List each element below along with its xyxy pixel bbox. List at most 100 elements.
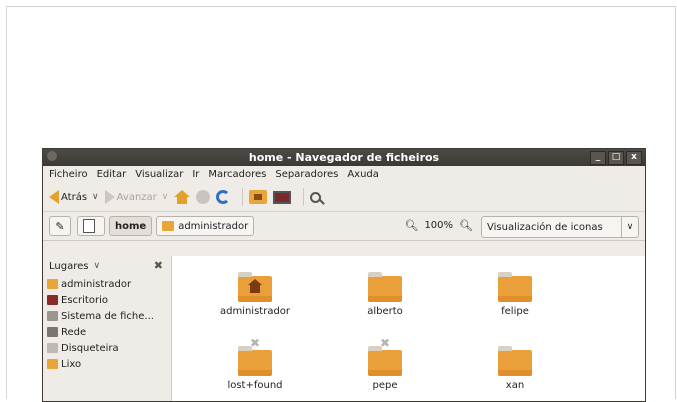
chevron-down-icon[interactable]: ∨ <box>621 217 638 237</box>
sidebar-item-label: Escritorio <box>61 294 108 306</box>
computer-button[interactable] <box>273 190 292 204</box>
toolbar-separator <box>303 188 305 206</box>
window-title: home - Navegador de ficheiros <box>248 151 440 164</box>
locked-folder-icon: ✖ <box>238 336 272 376</box>
computer-icon <box>273 190 292 204</box>
forward-arrow-icon <box>104 190 115 204</box>
minimize-button[interactable]: _ <box>590 151 606 165</box>
path-button-home[interactable]: home <box>109 216 153 236</box>
folder-icon <box>368 272 402 302</box>
sidebar: Lugares ∨ ✖ administrador Escritorio Sis… <box>43 256 172 401</box>
icon-view[interactable]: administrador alberto felipe ✖ lost+foun… <box>172 256 645 401</box>
title-bar[interactable]: home - Navegador de ficheiros _ □ x <box>43 149 645 166</box>
reload-button[interactable] <box>216 190 231 204</box>
up-arrow-icon <box>174 190 191 204</box>
toolbar-separator <box>242 188 244 206</box>
network-icon <box>47 327 58 337</box>
file-manager-window: home - Navegador de ficheiros _ □ x Fich… <box>42 148 646 402</box>
sidebar-item-label: Sistema de fiche... <box>61 310 154 322</box>
reload-icon <box>216 190 231 204</box>
back-arrow-icon <box>49 190 59 204</box>
menu-bar: Ficheiro Editar Visualizar Ir Marcadores… <box>43 166 645 183</box>
menu-visualizar[interactable]: Visualizar <box>135 169 183 180</box>
sidebar-header: Lugares ∨ ✖ <box>43 256 171 276</box>
pencil-icon: ✎ <box>55 219 65 233</box>
no-access-emblem-icon: ✖ <box>249 336 261 350</box>
home-folder-icon <box>249 190 268 204</box>
zoom-level[interactable]: 100% <box>424 220 453 231</box>
file-name: felipe <box>501 306 529 317</box>
path-toggle-button[interactable] <box>77 216 105 236</box>
search-icon <box>310 191 322 203</box>
forward-label: Avanzar <box>116 191 157 203</box>
menu-ficheiro[interactable]: Ficheiro <box>49 169 88 180</box>
forward-history-chevron-icon[interactable]: ∨ <box>162 192 169 202</box>
close-sidebar-icon[interactable]: ✖ <box>154 259 163 272</box>
sidebar-mode-chevron-icon[interactable]: ∨ <box>93 261 100 271</box>
home-button[interactable] <box>249 190 268 204</box>
home-folder-icon <box>238 272 272 302</box>
drive-icon <box>47 311 58 321</box>
window-menu-icon[interactable] <box>47 151 57 161</box>
edit-location-button[interactable]: ✎ <box>49 216 71 236</box>
file-name: alberto <box>367 306 403 317</box>
view-mode-select[interactable]: Visualización de iconas ∨ <box>481 216 639 238</box>
path-button-administrador[interactable]: administrador <box>156 216 255 236</box>
zoom-controls: 🔍︎ 100% 🔍︎ <box>398 219 479 232</box>
file-item-lost-found[interactable]: ✖ lost+found <box>205 336 305 391</box>
toolbar: Atrás ∨ Avanzar ∨ <box>43 183 645 212</box>
home-folder-icon <box>162 221 175 231</box>
locked-folder-icon: ✖ <box>368 336 402 376</box>
drive-icon <box>83 219 95 233</box>
sidebar-item-label: Disqueteira <box>61 342 119 354</box>
content-area: Lugares ∨ ✖ administrador Escritorio Sis… <box>43 256 645 401</box>
trash-icon <box>47 359 58 369</box>
view-mode-value: Visualización de iconas <box>487 221 603 233</box>
close-button[interactable]: x <box>626 151 642 165</box>
sidebar-item-administrador[interactable]: administrador <box>43 276 171 292</box>
file-name: lost+found <box>227 380 283 391</box>
stop-icon <box>196 190 211 204</box>
sidebar-item-disqueteira[interactable]: Disqueteira <box>43 340 171 356</box>
location-bar: ✎ home administrador 🔍︎ 100% 🔍︎ Visualiz… <box>43 212 645 241</box>
desktop-icon <box>47 295 58 305</box>
sidebar-item-label: administrador <box>61 278 132 290</box>
sidebar-item-label: Lixo <box>61 358 82 370</box>
file-name: xan <box>505 380 525 391</box>
folder-icon <box>498 272 532 302</box>
sidebar-header-label[interactable]: Lugares <box>49 261 88 272</box>
file-item-xan[interactable]: xan <box>465 346 565 391</box>
file-item-pepe[interactable]: ✖ pepe <box>335 336 435 391</box>
sidebar-item-lixo[interactable]: Lixo <box>43 356 171 372</box>
menu-axuda[interactable]: Axuda <box>347 169 379 180</box>
path-administrador-label: administrador <box>178 220 249 232</box>
home-folder-icon <box>47 279 58 289</box>
floppy-icon <box>47 343 58 353</box>
menu-ir[interactable]: Ir <box>192 169 199 180</box>
up-button[interactable] <box>174 190 191 204</box>
file-name: administrador <box>219 306 291 317</box>
forward-button[interactable]: Avanzar ∨ <box>104 190 169 204</box>
zoom-out-icon[interactable]: 🔍︎ <box>404 219 418 232</box>
stop-button[interactable] <box>196 190 211 204</box>
file-item-felipe[interactable]: felipe <box>465 272 565 317</box>
zoom-in-icon[interactable]: 🔍︎ <box>459 219 473 232</box>
file-item-administrador[interactable]: administrador <box>205 272 305 317</box>
menu-marcadores[interactable]: Marcadores <box>208 169 266 180</box>
no-access-emblem-icon: ✖ <box>379 336 391 350</box>
file-name: pepe <box>372 380 398 391</box>
back-history-chevron-icon[interactable]: ∨ <box>92 192 99 202</box>
menu-editar[interactable]: Editar <box>97 169 127 180</box>
sidebar-item-escritorio[interactable]: Escritorio <box>43 292 171 308</box>
maximize-button[interactable]: □ <box>608 151 624 165</box>
sidebar-item-sistema-de-ficheiros[interactable]: Sistema de fiche... <box>43 308 171 324</box>
folder-icon <box>498 346 532 376</box>
back-button[interactable]: Atrás ∨ <box>49 190 99 204</box>
menu-separadores[interactable]: Separadores <box>275 169 338 180</box>
file-item-alberto[interactable]: alberto <box>335 272 435 317</box>
back-label: Atrás <box>61 191 88 203</box>
sidebar-item-label: Rede <box>61 326 87 338</box>
sidebar-item-rede[interactable]: Rede <box>43 324 171 340</box>
path-home-label: home <box>115 220 147 232</box>
search-button[interactable] <box>310 191 322 203</box>
